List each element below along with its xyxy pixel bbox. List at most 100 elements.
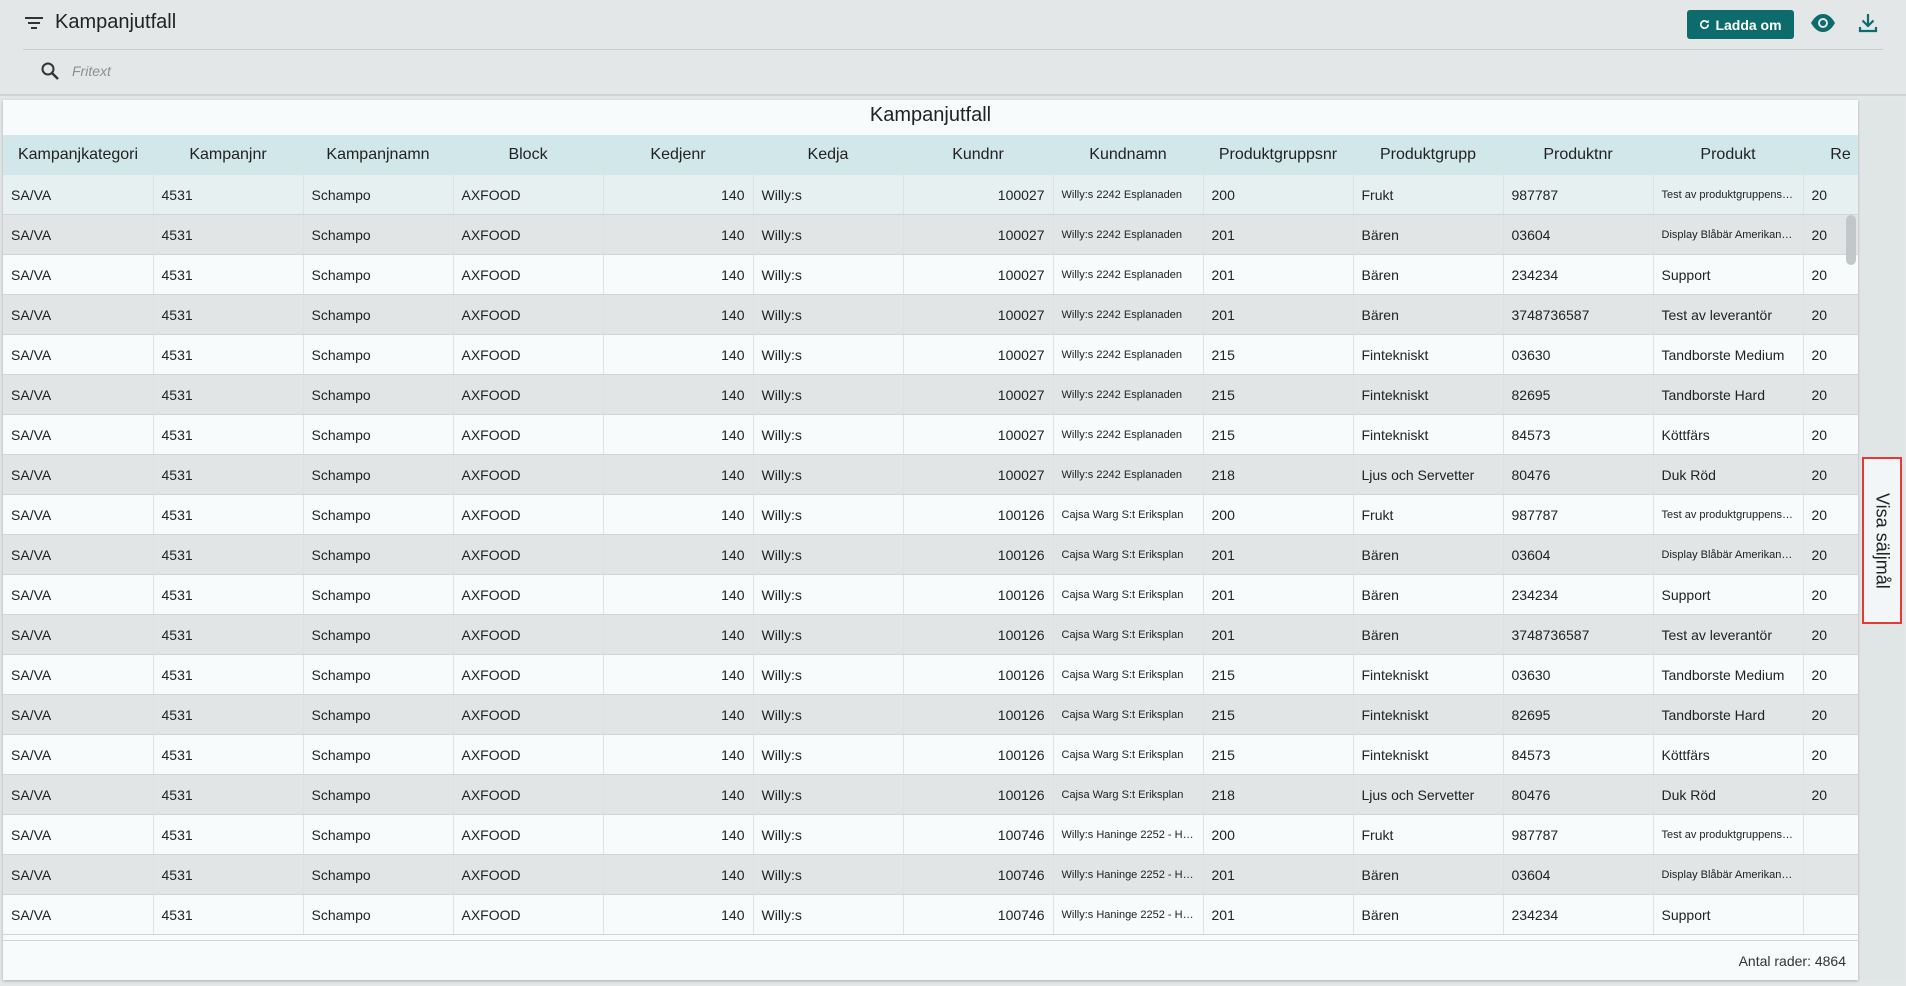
- table-cell: 140: [603, 694, 754, 735]
- table-row[interactable]: SA/VA 4531 Schampo AXFOOD 140 Willy:s 100746 Wi…: [3, 814, 1858, 855]
- column-header[interactable]: Kundnr: [903, 135, 1053, 175]
- column-header[interactable]: Re: [1803, 135, 1858, 175]
- top-bar: Kampanjutfall Ladda om: [0, 0, 1906, 50]
- table-cell: 218: [1203, 454, 1354, 495]
- column-header[interactable]: Produkt: [1653, 135, 1803, 175]
- table-cell: 100027: [903, 414, 1054, 455]
- table-row[interactable]: SA/VA 4531 Schampo AXFOOD 140 Willy:s 100027 Wi…: [3, 414, 1858, 455]
- column-header[interactable]: Kedja: [753, 135, 903, 175]
- table-cell: 03630: [1503, 654, 1654, 695]
- column-header[interactable]: Produktgrupp: [1353, 135, 1503, 175]
- search-input[interactable]: [70, 59, 674, 83]
- table-cell: SA/VA: [3, 294, 154, 335]
- table-cell: 03630: [1503, 334, 1654, 375]
- table-cell: SA/VA: [3, 614, 154, 655]
- table-cell: Bären: [1353, 854, 1504, 895]
- search-divider: [0, 94, 1906, 96]
- download-icon[interactable]: [1857, 12, 1879, 39]
- table-cell: 987787: [1503, 494, 1654, 535]
- table-row[interactable]: SA/VA 4531 Schampo AXFOOD 140 Willy:s 100027 Wi…: [3, 294, 1858, 335]
- table-cell: SA/VA: [3, 734, 154, 775]
- table-cell: Schampo: [303, 854, 454, 895]
- table-cell: 20: [1803, 175, 1858, 215]
- table-cell: Schampo: [303, 574, 454, 615]
- table-cell: 140: [603, 494, 754, 535]
- table-cell: Willy:s: [753, 454, 904, 495]
- table-cell: Willy:s: [753, 574, 904, 615]
- column-header[interactable]: Kampanjnr: [153, 135, 303, 175]
- table-cell: SA/VA: [3, 654, 154, 695]
- table-cell: Schampo: [303, 534, 454, 575]
- table-row[interactable]: SA/VA 4531 Schampo AXFOOD 140 Willy:s 100126 Ca…: [3, 494, 1858, 535]
- table-row[interactable]: SA/VA 4531 Schampo AXFOOD 140 Willy:s 100126 Ca…: [3, 614, 1858, 655]
- table-cell: 4531: [153, 694, 304, 735]
- table-cell: AXFOOD: [453, 854, 604, 895]
- table-cell: Köttfärs: [1653, 734, 1804, 775]
- column-header[interactable]: Kampanjkategori: [3, 135, 153, 175]
- column-header[interactable]: Kampanjnamn: [303, 135, 453, 175]
- vertical-scrollbar[interactable]: [1846, 215, 1856, 265]
- table-cell: 140: [603, 654, 754, 695]
- table-row[interactable]: SA/VA 4531 Schampo AXFOOD 140 Willy:s 100126 Ca…: [3, 574, 1858, 615]
- table-cell: SA/VA: [3, 814, 154, 855]
- table-cell: 234234: [1503, 254, 1654, 295]
- filter-menu-icon[interactable]: [24, 15, 46, 35]
- table-row[interactable]: SA/VA 4531 Schampo AXFOOD 140 Willy:s 100027 Wi…: [3, 334, 1858, 375]
- table-cell: Test av produktgruppens namn: [1653, 814, 1804, 855]
- table-cell: Schampo: [303, 374, 454, 415]
- table-cell: 200: [1203, 814, 1354, 855]
- results-panel: Kampanjutfall Kampanjkategori Kampanjnr Ka…: [3, 100, 1858, 980]
- table-row[interactable]: SA/VA 4531 Schampo AXFOOD 140 Willy:s 100126 Ca…: [3, 734, 1858, 775]
- table-row[interactable]: SA/VA 4531 Schampo AXFOOD 140 Willy:s 100746 Wi…: [3, 894, 1858, 935]
- refresh-icon: [1700, 19, 1710, 29]
- table-cell: 3748736587: [1503, 294, 1654, 335]
- show-sales-targets-button[interactable]: Visa säljmål: [1862, 457, 1902, 624]
- table-header-row: Kampanjkategori Kampanjnr Kampanjnamn Block…: [3, 135, 1858, 175]
- table-row[interactable]: SA/VA 4531 Schampo AXFOOD 140 Willy:s 100126 Ca…: [3, 654, 1858, 695]
- table-cell: 4531: [153, 294, 304, 335]
- table-row[interactable]: SA/VA 4531 Schampo AXFOOD 140 Willy:s 100126 Ca…: [3, 694, 1858, 735]
- column-header[interactable]: Produktgruppsnr: [1203, 135, 1353, 175]
- table-cell: 100027: [903, 214, 1054, 255]
- table-cell: Support: [1653, 894, 1804, 935]
- table-cell: 140: [603, 854, 754, 895]
- table-cell: Willy:s 2242 Esplanaden: [1053, 294, 1204, 335]
- eye-icon[interactable]: [1810, 13, 1836, 38]
- table-cell: 200: [1203, 175, 1354, 215]
- table-cell: AXFOOD: [453, 534, 604, 575]
- table-cell: Willy:s: [753, 694, 904, 735]
- table-cell: 100126: [903, 734, 1054, 775]
- table-row[interactable]: SA/VA 4531 Schampo AXFOOD 140 Willy:s 100027 Wi…: [3, 454, 1858, 495]
- table-cell: 03604: [1503, 854, 1654, 895]
- table-cell: 4531: [153, 774, 304, 815]
- table-row[interactable]: SA/VA 4531 Schampo AXFOOD 140 Willy:s 100027 Wi…: [3, 175, 1858, 215]
- table-cell: 4531: [153, 334, 304, 375]
- table-row[interactable]: SA/VA 4531 Schampo AXFOOD 140 Willy:s 100027 Wi…: [3, 214, 1858, 255]
- table-cell: Willy:s 2242 Esplanaden: [1053, 414, 1204, 455]
- reload-button[interactable]: Ladda om: [1687, 10, 1794, 39]
- column-header[interactable]: Block: [453, 135, 603, 175]
- data-grid[interactable]: Kampanjkategori Kampanjnr Kampanjnamn Block…: [3, 135, 1858, 935]
- table-footer: Antal rader: 4864: [3, 940, 1858, 980]
- table-cell: Support: [1653, 574, 1804, 615]
- table-cell: 140: [603, 574, 754, 615]
- table-row[interactable]: SA/VA 4531 Schampo AXFOOD 140 Willy:s 100027 Wi…: [3, 374, 1858, 415]
- row-count: Antal rader: 4864: [1738, 953, 1846, 969]
- table-cell: Cajsa Warg S:t Eriksplan: [1053, 534, 1204, 575]
- table-cell: 100027: [903, 454, 1054, 495]
- table-row[interactable]: SA/VA 4531 Schampo AXFOOD 140 Willy:s 100126 Ca…: [3, 774, 1858, 815]
- table-cell: Frukt: [1353, 494, 1504, 535]
- table-cell: 140: [603, 894, 754, 935]
- table-row[interactable]: SA/VA 4531 Schampo AXFOOD 140 Willy:s 100027 Wi…: [3, 254, 1858, 295]
- table-cell: Bären: [1353, 894, 1504, 935]
- table-row[interactable]: SA/VA 4531 Schampo AXFOOD 140 Willy:s 100126 Ca…: [3, 534, 1858, 575]
- table-cell: Willy:s Haninge 2252 - Handen: [1053, 814, 1204, 855]
- column-header[interactable]: Kundnamn: [1053, 135, 1203, 175]
- table-cell: Willy:s: [753, 494, 904, 535]
- column-header[interactable]: Kedjenr: [603, 135, 753, 175]
- table-row[interactable]: SA/VA 4531 Schampo AXFOOD 140 Willy:s 100746 Wi…: [3, 854, 1858, 895]
- table-cell: 215: [1203, 374, 1354, 415]
- table-cell: Tandborste Medium: [1653, 334, 1804, 375]
- column-header[interactable]: Produktnr: [1503, 135, 1653, 175]
- table-cell: Schampo: [303, 414, 454, 455]
